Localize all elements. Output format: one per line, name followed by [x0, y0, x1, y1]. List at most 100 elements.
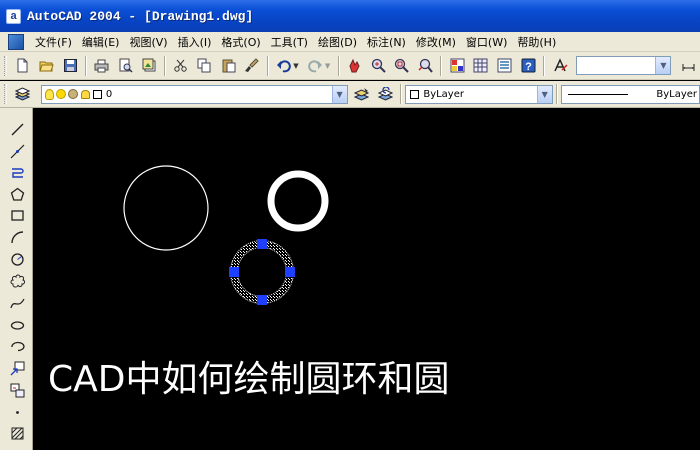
grip-handle[interactable] — [229, 267, 239, 277]
grip-handle[interactable] — [257, 239, 267, 249]
menu-insert[interactable]: 插入(I) — [173, 34, 217, 50]
copy-button[interactable] — [194, 55, 216, 77]
document-icon[interactable] — [8, 33, 24, 50]
plot-preview-button[interactable] — [115, 55, 137, 77]
construction-line-icon — [10, 144, 24, 158]
open-folder-icon — [39, 61, 54, 72]
help-button[interactable]: ? — [518, 55, 540, 77]
light-bulb-icon — [44, 88, 54, 100]
undo-dropdown-icon[interactable]: ▼ — [293, 62, 298, 70]
layer-previous-button[interactable] — [374, 83, 396, 105]
design-center-button[interactable] — [470, 55, 492, 77]
pan-realtime-button[interactable] — [344, 55, 366, 77]
rectangle-button[interactable] — [8, 206, 26, 224]
menu-dimension[interactable]: 标注(N) — [362, 34, 411, 50]
revision-cloud-button[interactable] — [8, 272, 26, 290]
menu-draw[interactable]: 绘图(D) — [313, 34, 362, 50]
spline-button[interactable] — [8, 294, 26, 312]
menu-window[interactable]: 窗口(W) — [461, 34, 512, 50]
menu-modify[interactable]: 修改(M) — [411, 34, 461, 50]
toolbar-separator — [337, 55, 340, 76]
color-control-dropdown[interactable]: ByLayer ▼ — [405, 84, 553, 104]
make-block-button[interactable] — [8, 381, 26, 399]
save-button[interactable] — [59, 55, 81, 77]
print-button[interactable] — [91, 55, 113, 77]
ellipse-button[interactable] — [8, 316, 26, 334]
insert-block-button[interactable] — [8, 359, 26, 377]
redo-arrow-icon — [308, 60, 322, 73]
arc-button[interactable] — [8, 228, 26, 246]
revision-cloud-icon — [10, 274, 25, 288]
make-block-icon — [10, 383, 24, 397]
chevron-down-icon[interactable]: ▼ — [655, 57, 671, 74]
color-swatch-icon — [92, 89, 102, 99]
pan-hand-icon — [349, 58, 360, 73]
ellipse-arc-icon — [10, 341, 25, 351]
properties-button[interactable] — [446, 55, 468, 77]
zoom-realtime-button[interactable] — [367, 55, 389, 77]
polygon-icon — [10, 187, 24, 201]
text-style-dropdown[interactable]: ▼ — [575, 56, 672, 75]
match-properties-button[interactable] — [241, 55, 263, 77]
construction-line-button[interactable] — [8, 142, 26, 160]
undo-arrow-icon — [277, 60, 292, 73]
menu-tools[interactable]: 工具(T) — [266, 34, 313, 50]
menu-help[interactable]: 帮助(H) — [512, 34, 561, 50]
polyline-icon — [11, 167, 24, 178]
circle-button[interactable] — [8, 250, 26, 268]
grip-handle[interactable] — [285, 267, 295, 277]
selected-donut-object[interactable] — [229, 239, 295, 305]
hatch-button[interactable] — [8, 424, 26, 442]
line-button[interactable] — [8, 120, 26, 138]
toolbar-grip[interactable] — [4, 84, 7, 104]
title-bar: a AutoCAD 2004 - [Drawing1.dwg] — [0, 0, 700, 32]
toolbar-separator — [85, 55, 87, 76]
menu-edit[interactable]: 编辑(E) — [77, 34, 125, 50]
dimension-style-button[interactable] — [677, 55, 699, 77]
donut-object[interactable] — [267, 170, 329, 232]
polyline-button[interactable] — [8, 163, 26, 181]
zoom-window-button[interactable] — [391, 55, 413, 77]
grip-handle[interactable] — [257, 295, 267, 305]
redo-button[interactable]: ▼ — [304, 55, 334, 77]
toolbar-grip[interactable] — [4, 55, 7, 76]
publish-button[interactable] — [138, 55, 160, 77]
polygon-button[interactable] — [8, 185, 26, 203]
viewport-freeze-icon — [67, 89, 78, 99]
chevron-down-icon[interactable]: ▼ — [536, 85, 552, 103]
menu-file[interactable]: 文件(F) — [30, 34, 77, 50]
design-center-icon — [473, 58, 488, 73]
menu-bar: 文件(F) 编辑(E) 视图(V) 插入(I) 格式(O) 工具(T) 绘图(D… — [0, 32, 700, 52]
sun-icon — [55, 89, 66, 99]
open-button[interactable] — [36, 55, 58, 77]
save-disk-icon — [63, 59, 77, 72]
layer-current-icon — [353, 87, 369, 101]
point-button[interactable] — [8, 403, 26, 421]
print-preview-icon — [119, 58, 133, 73]
line-icon — [11, 123, 23, 135]
menu-view[interactable]: 视图(V) — [124, 34, 172, 50]
circle-icon — [10, 252, 24, 266]
layer-dropdown[interactable]: 0 ▼ — [40, 84, 348, 104]
standard-toolbar: ▼ ▼ ? ▼ — [0, 52, 700, 80]
menu-format[interactable]: 格式(O) — [216, 34, 265, 50]
text-style-button[interactable] — [549, 55, 571, 77]
circle-object[interactable] — [123, 165, 209, 251]
linetype-control-dropdown[interactable]: ByLayer — [560, 84, 700, 104]
toolbar-separator — [543, 55, 546, 76]
tool-palettes-button[interactable] — [494, 55, 516, 77]
ellipse-arc-button[interactable] — [8, 337, 26, 355]
undo-button[interactable]: ▼ — [273, 55, 303, 77]
autocad-app-icon[interactable]: a — [6, 8, 21, 24]
help-question-icon: ? — [521, 58, 536, 73]
chevron-down-icon[interactable]: ▼ — [331, 85, 347, 103]
zoom-previous-button[interactable] — [415, 55, 437, 77]
redo-dropdown-icon[interactable]: ▼ — [325, 62, 330, 70]
make-object-layer-current-button[interactable] — [351, 83, 373, 105]
layer-manager-button[interactable] — [12, 83, 34, 105]
hatch-icon — [11, 427, 23, 439]
scissors-icon — [174, 59, 188, 72]
paste-button[interactable] — [217, 55, 239, 77]
cut-button[interactable] — [170, 55, 192, 77]
new-button[interactable] — [12, 55, 34, 77]
